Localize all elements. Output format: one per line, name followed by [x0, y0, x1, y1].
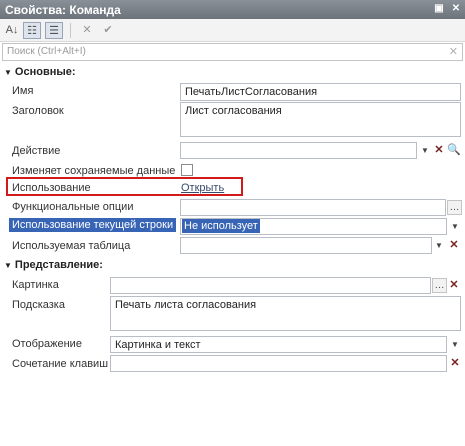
current-row-dropdown-icon[interactable]: ▼	[448, 219, 462, 234]
toolbar-separator	[70, 23, 71, 38]
func-options-label: Функциональные опции	[12, 201, 134, 213]
shortcut-field[interactable]	[110, 355, 447, 372]
sort-az-icon[interactable]: A↓	[3, 22, 21, 39]
cross-icon[interactable]: ✕	[78, 22, 96, 39]
group-basic-label: Основные:	[14, 66, 76, 78]
func-options-field[interactable]	[180, 199, 446, 216]
display-field[interactable]: Картинка и текст	[110, 336, 447, 353]
group-presentation-label: Представление:	[14, 259, 103, 271]
action-field[interactable]	[180, 142, 417, 159]
current-row-value: Не использует	[182, 219, 260, 233]
shortcut-label: Сочетание клавиш	[12, 358, 109, 370]
tooltip-label: Подсказка	[12, 299, 65, 311]
display-label: Отображение	[12, 338, 82, 350]
picture-field[interactable]	[110, 277, 431, 294]
search-input[interactable]: Поиск (Ctrl+Alt+I) ✕	[2, 43, 463, 61]
group-basic[interactable]: ▼ Основные:	[4, 66, 76, 78]
collapse-triangle-icon[interactable]: ▼	[4, 68, 12, 77]
current-row-label[interactable]: Использование текущей строки	[9, 218, 177, 232]
picture-ellipsis-button[interactable]: …	[432, 278, 447, 293]
action-label: Действие	[12, 145, 61, 157]
categories-icon[interactable]: ☷	[23, 22, 41, 39]
clear-search-icon[interactable]: ✕	[449, 45, 458, 58]
usage-open-link[interactable]: Открыть	[181, 182, 224, 194]
properties-icon[interactable]: ☰	[45, 22, 63, 39]
group-presentation[interactable]: ▼ Представление:	[4, 259, 103, 271]
search-placeholder: Поиск (Ctrl+Alt+I)	[7, 46, 86, 57]
name-field[interactable]: ПечатьЛистСогласования	[180, 83, 461, 101]
picture-clear-icon[interactable]: ✕	[447, 278, 461, 293]
action-dropdown-icon[interactable]: ▼	[418, 143, 432, 158]
close-icon[interactable]: ✕	[449, 2, 463, 16]
modifies-checkbox[interactable]	[181, 164, 193, 176]
table-field[interactable]	[180, 237, 432, 254]
action-clear-icon[interactable]: ✕	[432, 143, 446, 158]
picture-label: Картинка	[12, 279, 59, 291]
table-label: Используемая таблица	[12, 240, 131, 252]
name-label: Имя	[12, 85, 34, 97]
tooltip-field[interactable]: Печать листа согласования	[110, 296, 461, 331]
current-row-field[interactable]: Не использует	[180, 218, 447, 235]
title-label: Заголовок	[12, 105, 64, 117]
pin-icon[interactable]: ▣	[432, 2, 446, 16]
action-search-icon[interactable]: 🔍	[447, 143, 461, 158]
display-dropdown-icon[interactable]: ▼	[448, 337, 462, 352]
title-field[interactable]: Лист согласования	[180, 102, 461, 137]
window-title: Свойства: Команда	[5, 3, 121, 17]
toolbar: A↓ ☷ ☰ ✕ ✔	[0, 19, 465, 42]
func-options-ellipsis-button[interactable]: …	[447, 200, 462, 215]
usage-label: Использование	[12, 182, 91, 194]
shortcut-clear-icon[interactable]: ✕	[448, 356, 462, 371]
check-icon[interactable]: ✔	[99, 22, 117, 39]
modifies-label: Изменяет сохраняемые данные	[12, 165, 176, 177]
table-dropdown-icon[interactable]: ▼	[432, 238, 446, 253]
table-clear-icon[interactable]: ✕	[447, 238, 461, 253]
window-title-bar: Свойства: Команда ▣ ✕	[0, 0, 465, 19]
collapse-triangle-icon[interactable]: ▼	[4, 261, 12, 270]
